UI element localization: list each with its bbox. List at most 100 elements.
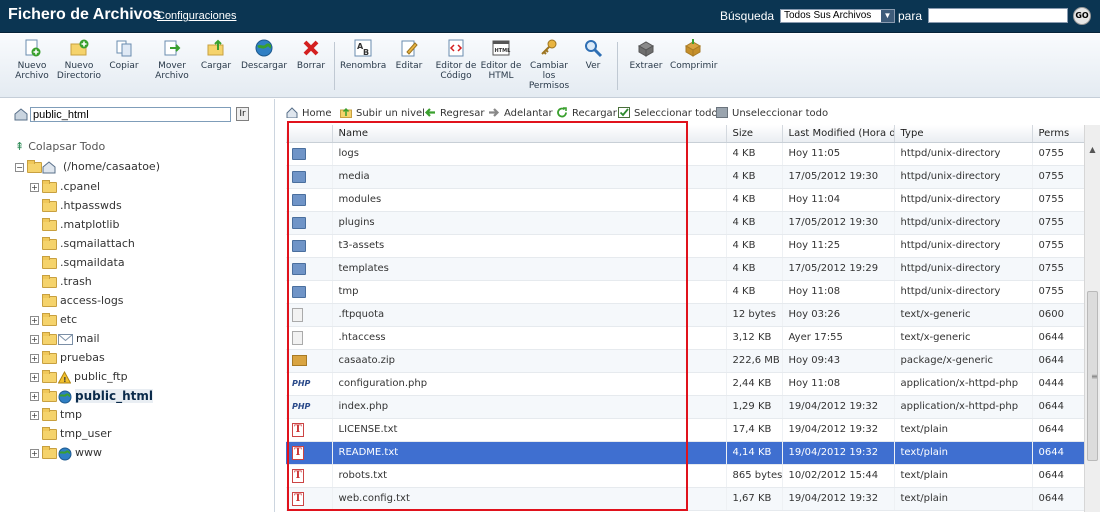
expand-icon[interactable]: + — [30, 449, 39, 458]
code-editor-button[interactable]: Editor de Código — [434, 38, 478, 81]
table-row[interactable]: Tweb.config.txt 1,67 KB 19/04/2012 19:32 te… — [286, 487, 1084, 511]
folder-icon — [292, 262, 306, 275]
file-icon-cell — [286, 257, 333, 281]
collapse-icon[interactable]: − — [15, 163, 24, 172]
unselect-all-button[interactable]: Unseleccionar todo — [716, 107, 828, 119]
reload-button[interactable]: Recargar — [556, 107, 617, 119]
file-name[interactable]: web.config.txt — [332, 487, 727, 511]
edit-button[interactable]: Editar — [392, 38, 426, 71]
app-title: Fichero de Archivos — [8, 6, 162, 23]
table-row[interactable]: modules 4 KB Hoy 11:04 httpd/unix-directory… — [286, 188, 1084, 212]
expand-icon[interactable]: + — [30, 411, 39, 420]
table-row[interactable]: media 4 KB 17/05/2012 19:30 httpd/unix-dire… — [286, 165, 1084, 189]
new-file-button[interactable]: Nuevo Archivo — [10, 38, 54, 81]
vertical-scrollbar[interactable]: ▲ ≡ — [1084, 125, 1100, 512]
expand-icon[interactable]: + — [30, 392, 39, 401]
file-name[interactable]: logs — [332, 142, 727, 166]
file-type: application/x-httpd-php — [894, 395, 1033, 419]
tool-label: Comprimir — [670, 61, 718, 71]
file-name[interactable]: robots.txt — [332, 464, 727, 488]
tree-item-label: tmp_user — [60, 427, 112, 440]
html-editor-button[interactable]: HTML Editor de HTML — [480, 38, 522, 81]
table-row[interactable]: templates 4 KB 17/05/2012 19:29 httpd/unix-… — [286, 257, 1084, 281]
table-row[interactable]: PHP configuration.php 2,44 KB Hoy 11:08 appl… — [286, 372, 1084, 396]
warning-icon: ! — [58, 371, 71, 384]
file-name[interactable]: plugins — [332, 211, 727, 235]
table-row[interactable]: T README.txt 4,14 KB 19/04/2012 19:32 text/p… — [286, 441, 1084, 465]
search-label: Búsqueda — [720, 9, 775, 23]
expand-icon[interactable]: + — [30, 373, 39, 382]
folder-icon — [42, 408, 57, 421]
file-type: package/x-generic — [894, 349, 1033, 373]
table-row[interactable]: casaato.zip 222,6 MB Hoy 09:43 package/x-ge… — [286, 349, 1084, 373]
scroll-thumb[interactable]: ≡ — [1087, 291, 1098, 461]
download-button[interactable]: Descargar — [240, 38, 288, 71]
delete-button[interactable]: Borrar — [294, 38, 328, 71]
back-button[interactable]: Regresar — [424, 107, 485, 119]
table-row[interactable]: PHP index.php 1,29 KB 19/04/2012 19:32 appli… — [286, 395, 1084, 419]
expand-icon[interactable]: + — [30, 335, 39, 344]
php-file-icon: PHP — [292, 401, 311, 411]
scroll-up-icon[interactable]: ▲ — [1085, 143, 1100, 157]
change-permissions-button[interactable]: Cambiar los Permisos — [526, 38, 572, 91]
upload-button[interactable]: Cargar — [198, 38, 234, 71]
column-header-last-modified[interactable]: Last Modified (Hora de ve — [782, 125, 895, 143]
extract-button[interactable]: Extraer — [626, 38, 666, 71]
new-folder-button[interactable]: Nuevo Directorio — [56, 38, 102, 81]
chevron-down-icon[interactable]: ▼ — [881, 10, 894, 22]
file-name[interactable]: README.txt — [332, 441, 727, 465]
view-button[interactable]: Ver — [580, 38, 606, 71]
rename-button[interactable]: AB Renombra — [340, 38, 386, 71]
path-go-button[interactable]: Ir — [236, 107, 249, 121]
tool-label: Cargar — [200, 61, 232, 71]
search-scope-select[interactable]: Todos Sus Archivos ▼ — [780, 9, 895, 23]
table-row[interactable]: logs 4 KB Hoy 11:05 httpd/unix-directory 075… — [286, 142, 1084, 166]
file-name[interactable]: .ftpquota — [332, 303, 727, 327]
file-name[interactable]: .htaccess — [332, 326, 727, 350]
file-type: application/x-httpd-php — [894, 372, 1033, 396]
table-row[interactable]: .htaccess 3,12 KB Ayer 17:55 text/x-generic… — [286, 326, 1084, 350]
table-row[interactable]: .ftpquota 12 bytes Hoy 03:26 text/x-generic… — [286, 303, 1084, 327]
home-button[interactable]: Home — [286, 107, 332, 119]
table-row[interactable]: tmp 4 KB Hoy 11:08 httpd/unix-directory 0755 — [286, 280, 1084, 304]
copy-button[interactable]: Copiar — [106, 38, 142, 71]
file-modified: Hoy 11:25 — [782, 234, 895, 258]
expand-icon[interactable]: + — [30, 183, 39, 192]
move-file-button[interactable]: Mover Archivo — [150, 38, 194, 81]
file-size: 17,4 KB — [726, 418, 783, 442]
file-perms: 0600 — [1032, 303, 1084, 327]
up-one-level-button[interactable]: Subir un nivel — [340, 107, 425, 119]
column-header-perms[interactable]: Perms — [1032, 125, 1084, 143]
path-input[interactable] — [30, 107, 231, 122]
collapse-all-link[interactable]: ⇞ Colapsar Todo — [15, 140, 105, 153]
go-button[interactable]: GO — [1073, 7, 1091, 25]
column-header-type[interactable]: Type — [894, 125, 1033, 143]
expand-icon[interactable]: + — [30, 316, 39, 325]
search-input[interactable] — [928, 8, 1068, 23]
table-row[interactable]: Trobots.txt 865 bytes 10/02/2012 15:44 text… — [286, 464, 1084, 488]
table-row[interactable]: plugins 4 KB 17/05/2012 19:30 httpd/unix-di… — [286, 211, 1084, 235]
settings-link[interactable]: Configuraciones — [157, 10, 237, 22]
file-name[interactable]: index.php — [332, 395, 727, 419]
file-name[interactable]: configuration.php — [332, 372, 727, 396]
file-name[interactable]: modules — [332, 188, 727, 212]
column-header-size[interactable]: Size — [726, 125, 783, 143]
column-header-name[interactable]: Name — [332, 125, 727, 143]
file-name[interactable]: t3-assets — [332, 234, 727, 258]
select-all-button[interactable]: Seleccionar todo — [618, 107, 718, 119]
expand-icon[interactable]: + — [30, 354, 39, 363]
folder-icon — [42, 351, 57, 364]
forward-button[interactable]: Adelantar — [488, 107, 553, 119]
file-name[interactable]: casaato.zip — [332, 349, 727, 373]
file-name[interactable]: LICENSE.txt — [332, 418, 727, 442]
file-name[interactable]: tmp — [332, 280, 727, 304]
tree-item-label: www — [75, 446, 102, 459]
table-row[interactable]: t3-assets 4 KB Hoy 11:25 httpd/unix-directo… — [286, 234, 1084, 258]
compress-button[interactable]: Comprimir — [670, 38, 718, 71]
tree-item-label: .sqmaildata — [60, 256, 125, 269]
file-name[interactable]: media — [332, 165, 727, 189]
file-type: text/x-generic — [894, 326, 1033, 350]
text-file-icon: T — [292, 422, 304, 437]
file-name[interactable]: templates — [332, 257, 727, 281]
table-row[interactable]: T LICENSE.txt 17,4 KB 19/04/2012 19:32 text/… — [286, 418, 1084, 442]
